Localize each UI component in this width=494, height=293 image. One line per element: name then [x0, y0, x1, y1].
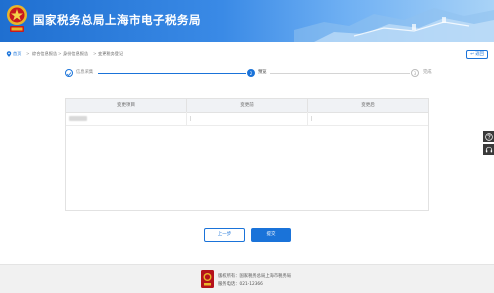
column-header-before: 变更前 — [187, 99, 308, 112]
step-3-circle: 3 — [411, 69, 419, 77]
help-icon — [484, 132, 493, 141]
table-header: 变更项目 变更前 变更后 — [66, 99, 428, 113]
cell-item — [66, 112, 187, 125]
breadcrumb-home-link[interactable]: 首页 — [13, 48, 21, 60]
check-icon — [66, 71, 72, 76]
change-preview-table: 变更项目 变更前 变更后 — [65, 98, 429, 211]
step-connector-1 — [98, 72, 246, 74]
site-header: 国家税务总局上海市电子税务局 — [0, 0, 494, 42]
previous-step-button[interactable]: 上一步 — [204, 228, 245, 242]
headset-icon — [485, 146, 492, 152]
back-button-label: 返回 — [475, 52, 484, 57]
tax-emblem-logo — [201, 270, 214, 288]
progress-stepper: 信息采集 2 预览 3 完成 — [0, 66, 494, 80]
redacted-text — [311, 116, 312, 121]
great-wall-banner-image — [294, 8, 494, 42]
help-button[interactable] — [483, 131, 494, 142]
cell-after — [308, 112, 428, 125]
footer-phone: 服务电话：021-12366 — [218, 282, 263, 287]
step-1-circle — [65, 69, 73, 77]
customer-service-button[interactable] — [483, 144, 494, 155]
breadcrumb-item-current: 变更税务登记 — [98, 51, 124, 56]
table-row — [66, 112, 428, 126]
breadcrumb-separator: > — [58, 51, 62, 56]
footer-owner: 版权所有：国家税务总局上海市税务局 — [218, 274, 292, 279]
site-footer: 版权所有：国家税务总局上海市税务局 服务电话：021-12366 — [0, 264, 494, 293]
step-connector-2 — [270, 72, 410, 74]
breadcrumb-separator: > — [26, 51, 30, 56]
column-header-after: 变更后 — [361, 103, 375, 108]
location-pin-icon — [6, 51, 12, 57]
cell-before — [187, 112, 308, 125]
breadcrumb-item-identity-report[interactable]: 身份信息报告 — [63, 48, 88, 60]
breadcrumb-item-comprehensive-report[interactable]: 综合信息报告 — [32, 48, 57, 60]
redacted-text — [69, 116, 87, 121]
step-1-label: 信息采集 — [76, 70, 94, 75]
step-3-label: 完成 — [423, 70, 432, 75]
back-button[interactable]: ↩ 返回 — [466, 50, 488, 59]
step-2-label: 预览 — [258, 70, 267, 75]
back-arrow-icon: ↩ — [470, 52, 474, 57]
column-header-item: 变更项目 — [66, 99, 187, 112]
site-title: 国家税务总局上海市电子税务局 — [33, 13, 201, 27]
breadcrumb: 首页 > 综合信息报告 > 身份信息报告 > 变更税务登记 — [0, 48, 494, 60]
redacted-text — [190, 116, 191, 121]
submit-button[interactable]: 提交 — [251, 228, 291, 242]
tax-emblem-logo — [7, 5, 27, 32]
step-2-circle: 2 — [247, 69, 255, 77]
breadcrumb-separator: > — [93, 51, 97, 56]
